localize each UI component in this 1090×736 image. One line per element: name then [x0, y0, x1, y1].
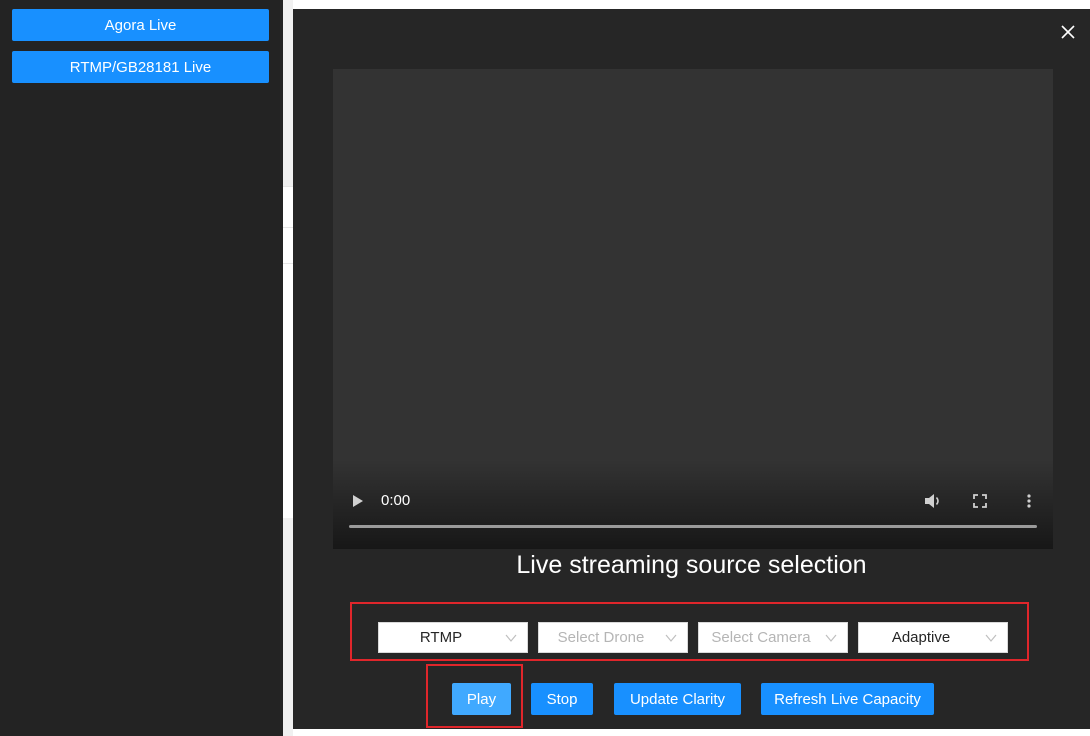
live-stream-modal: 0:00 Live streaming source selection RTM…	[293, 9, 1090, 729]
update-clarity-button[interactable]: Update Clarity	[614, 683, 741, 715]
video-controls-overlay	[333, 459, 1053, 549]
sidebar: Agora Live RTMP/GB28181 Live	[0, 0, 283, 736]
play-button[interactable]: Play	[452, 683, 511, 715]
background-strip	[283, 518, 293, 736]
video-progress-bar[interactable]	[349, 525, 1037, 528]
more-options-icon[interactable]	[1026, 493, 1032, 514]
clarity-select-value: Adaptive	[891, 629, 951, 646]
drone-select-placeholder: Select Drone	[557, 629, 645, 646]
refresh-live-capacity-button[interactable]: Refresh Live Capacity	[761, 683, 934, 715]
clarity-select[interactable]: Adaptive	[858, 622, 1008, 653]
agora-live-button[interactable]: Agora Live	[12, 9, 269, 41]
chevron-down-icon	[825, 634, 837, 642]
play-icon[interactable]	[351, 493, 365, 514]
chevron-down-icon	[985, 634, 997, 642]
background-strip	[283, 0, 293, 186]
background-strip	[283, 263, 293, 519]
chevron-down-icon	[665, 634, 677, 642]
video-time: 0:00	[381, 492, 411, 509]
close-icon[interactable]	[1057, 21, 1079, 43]
stop-button[interactable]: Stop	[531, 683, 593, 715]
chevron-down-icon	[505, 634, 517, 642]
volume-icon[interactable]	[923, 492, 943, 515]
modal-title: Live streaming source selection	[516, 551, 867, 579]
protocol-select-value: RTMP	[419, 629, 463, 646]
background-strip	[283, 186, 293, 228]
camera-select-placeholder: Select Camera	[711, 629, 811, 646]
video-player[interactable]: 0:00	[333, 69, 1053, 549]
camera-select[interactable]: Select Camera	[698, 622, 848, 653]
drone-select[interactable]: Select Drone	[538, 622, 688, 653]
rtmp-gb28181-live-button[interactable]: RTMP/GB28181 Live	[12, 51, 269, 83]
fullscreen-icon[interactable]	[973, 494, 987, 513]
protocol-select[interactable]: RTMP	[378, 622, 528, 653]
